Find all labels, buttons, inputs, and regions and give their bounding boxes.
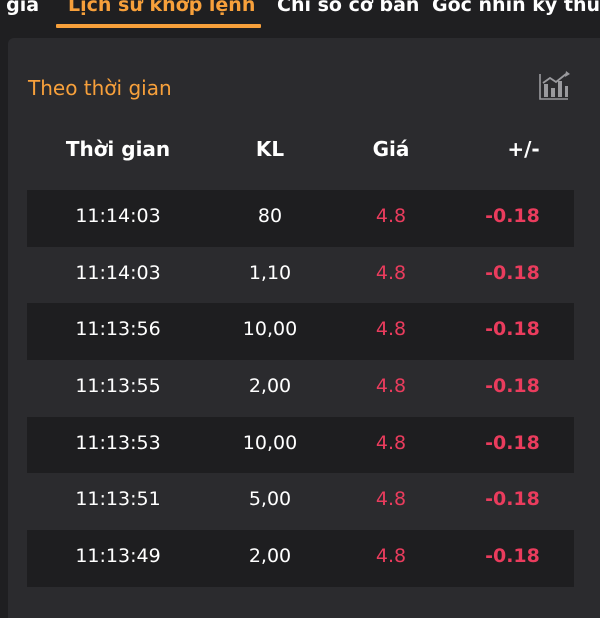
table-row: 11:13:56 10,00 4.8 -0.18 — [27, 303, 574, 361]
price-cell: 4.8 — [375, 545, 407, 568]
header-change: +/- — [507, 137, 540, 161]
bar-chart-icon[interactable] — [536, 70, 572, 104]
change-cell: -0.18 — [485, 261, 540, 284]
change-cell: -0.18 — [485, 431, 540, 454]
table-row: 11:14:03 1,10 4.8 -0.18 — [27, 247, 574, 304]
change-cell: -0.18 — [485, 488, 540, 511]
header-time: Thời gian — [65, 137, 171, 161]
volume-cell: 80 — [257, 205, 283, 227]
change-cell: -0.18 — [485, 318, 540, 341]
tab-trade-history[interactable]: Lịch sử khớp lệnh — [68, 0, 255, 22]
change-cell: -0.18 — [485, 205, 540, 227]
price-cell: 4.8 — [375, 431, 407, 454]
tab-technical-view[interactable]: Góc nhìn kỹ thuật — [432, 0, 600, 22]
trade-table: 11:14:03 80 4.8 -0.18 11:14:03 1,10 4.8 … — [27, 190, 574, 587]
section-title: Theo thời gian — [28, 76, 172, 100]
price-cell: 4.8 — [375, 375, 407, 398]
time-cell: 11:14:03 — [75, 205, 161, 227]
price-cell: 4.8 — [375, 318, 407, 341]
table-row: 11:13:53 10,00 4.8 -0.18 — [27, 416, 574, 474]
tab-fundamentals[interactable]: Chỉ số cơ bản — [277, 0, 419, 22]
time-cell: 11:13:55 — [75, 375, 161, 398]
time-cell: 11:13:49 — [75, 545, 161, 568]
time-cell: 11:13:56 — [75, 318, 161, 341]
volume-cell: 2,00 — [248, 375, 292, 398]
time-cell: 11:13:51 — [75, 488, 161, 511]
change-cell: -0.18 — [485, 375, 540, 398]
header-kl: KL — [255, 137, 285, 161]
header-price: Giá — [372, 137, 410, 161]
volume-cell: 2,00 — [248, 545, 292, 568]
tab-bar: u giá Lịch sử khớp lệnh Chỉ số cơ bản Gó… — [0, 0, 600, 34]
tab-price[interactable]: u giá — [0, 0, 39, 22]
table-row: 11:13:49 2,00 4.8 -0.18 — [27, 530, 574, 587]
volume-cell: 10,00 — [242, 431, 298, 454]
time-cell: 11:14:03 — [75, 261, 161, 284]
time-cell: 11:13:53 — [75, 431, 161, 454]
volume-cell: 1,10 — [248, 261, 292, 284]
table-row: 11:13:51 5,00 4.8 -0.18 — [27, 473, 574, 530]
price-cell: 4.8 — [375, 205, 407, 227]
price-cell: 4.8 — [375, 488, 407, 511]
active-tab-indicator — [56, 24, 261, 28]
table-row: 11:13:55 2,00 4.8 -0.18 — [27, 360, 574, 417]
price-cell: 4.8 — [375, 261, 407, 284]
volume-cell: 10,00 — [242, 318, 298, 341]
volume-cell: 5,00 — [248, 488, 292, 511]
table-row: 11:14:03 80 4.8 -0.18 — [27, 190, 574, 247]
change-cell: -0.18 — [485, 545, 540, 568]
